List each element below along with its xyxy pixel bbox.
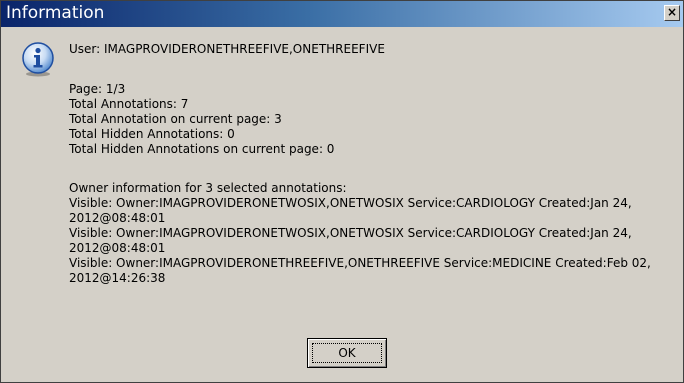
close-icon: × <box>666 5 678 19</box>
owner-line: Visible: Owner:IMAGPROVIDERONETWOSIX,ONE… <box>69 226 632 240</box>
owner-information: Owner information for 3 selected annotat… <box>69 181 651 286</box>
focus-rectangle <box>312 343 382 363</box>
ok-button[interactable]: OK <box>307 338 387 368</box>
stat-total-annotations: Total Annotations: 7 <box>69 97 189 111</box>
info-icon <box>22 42 54 77</box>
owner-line: 2012@08:48:01 <box>69 241 166 255</box>
dialog-title: Information <box>6 3 105 23</box>
title-bar[interactable]: Information × <box>1 1 683 27</box>
owner-header: Owner information for 3 selected annotat… <box>69 181 347 195</box>
owner-line: Visible: Owner:IMAGPROVIDERONETWOSIX,ONE… <box>69 196 632 210</box>
stat-hidden-annotations: Total Hidden Annotations: 0 <box>69 127 235 141</box>
close-button[interactable]: × <box>664 5 680 21</box>
stat-current-page-annotations: Total Annotation on current page: 3 <box>69 112 282 126</box>
stat-page: Page: 1/3 <box>69 82 126 96</box>
user-line: User: IMAGPROVIDERONETHREEFIVE,ONETHREEF… <box>69 42 385 56</box>
owner-line: 2012@08:48:01 <box>69 211 166 225</box>
owner-line: Visible: Owner:IMAGPROVIDERONETHREEFIVE,… <box>69 256 651 270</box>
owner-line: 2012@14:26:38 <box>69 271 166 285</box>
information-dialog: Information × User: IMAGPROVIDERONETHREE… <box>0 0 684 383</box>
stat-hidden-current-page: Total Hidden Annotations on current page… <box>69 142 335 156</box>
annotation-stats: Page: 1/3 Total Annotations: 7 Total Ann… <box>69 82 334 157</box>
